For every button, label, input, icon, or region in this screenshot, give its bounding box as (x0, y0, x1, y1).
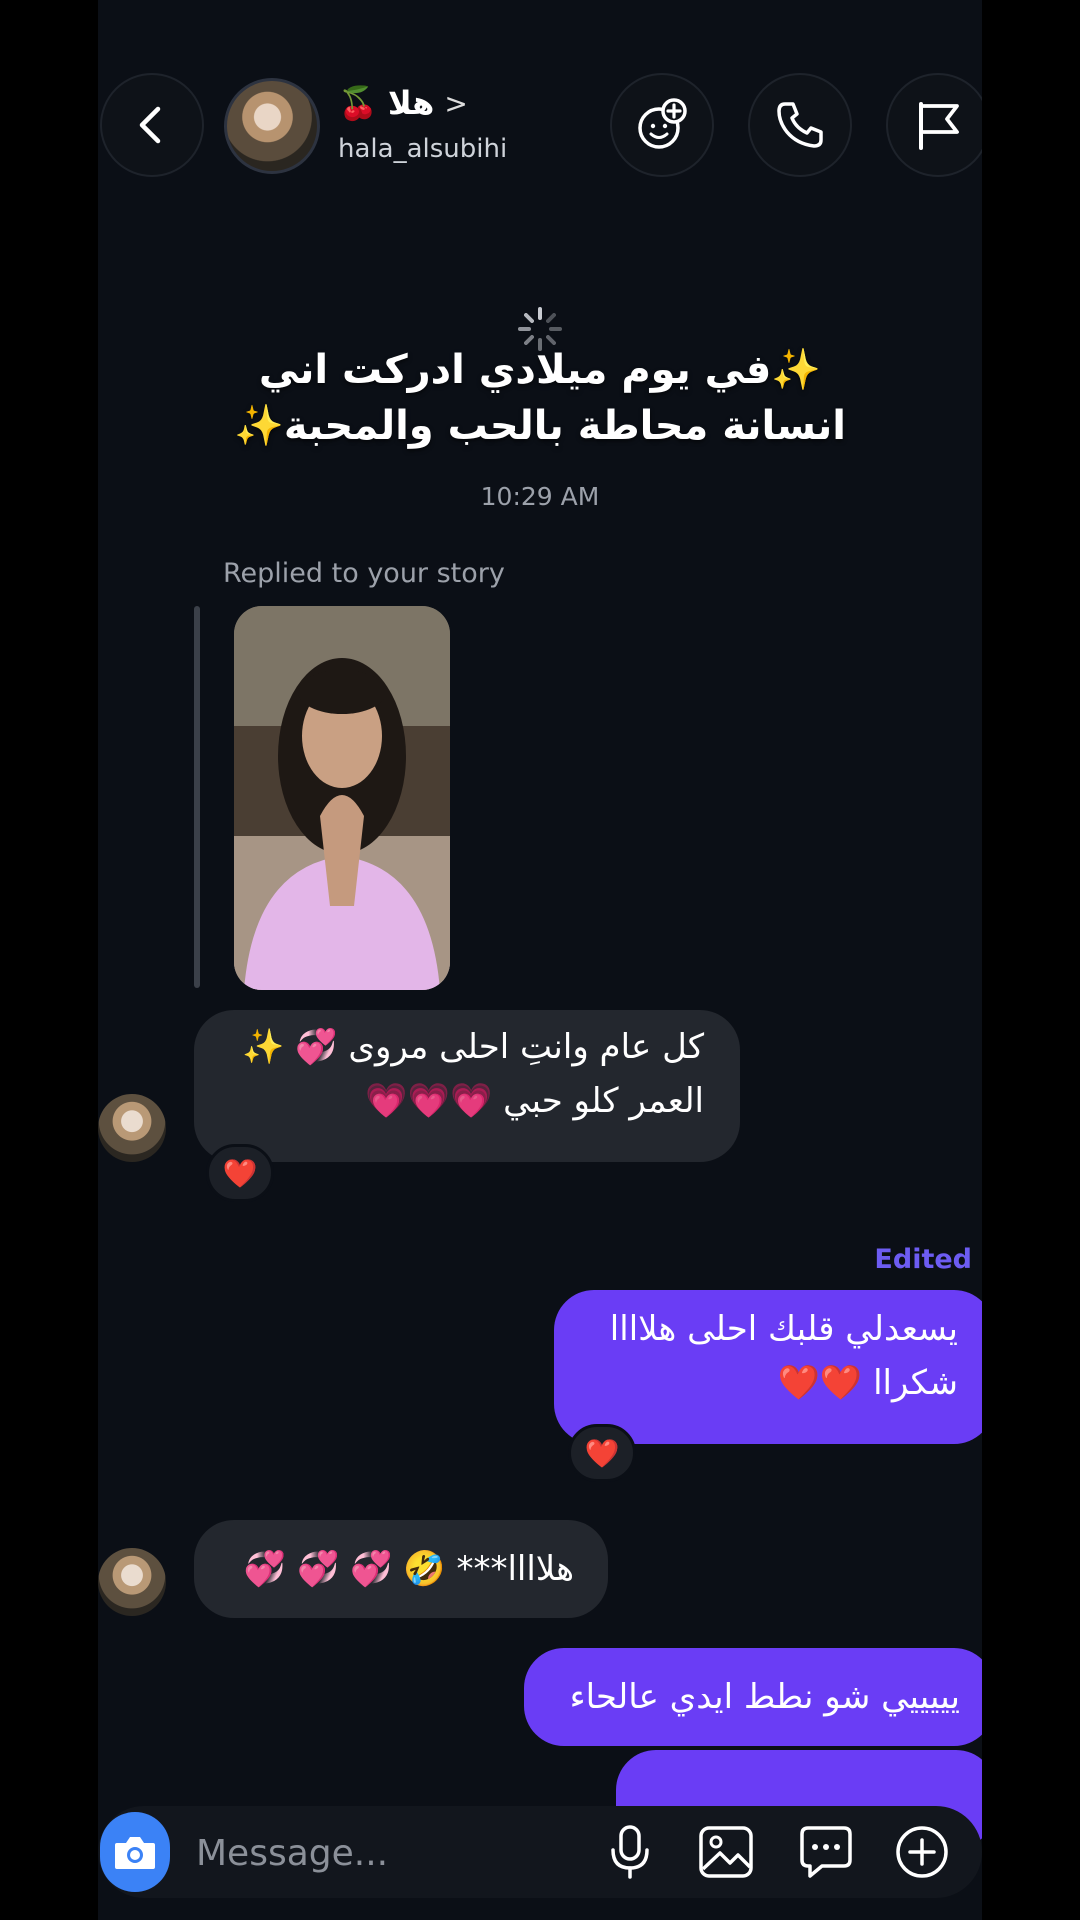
replied-to-story-label: Replied to your story (223, 558, 505, 589)
report-button[interactable] (886, 73, 982, 177)
message-bubble-incoming[interactable]: هلاااا*** 🤣 💞 💞 💞 (194, 1520, 608, 1618)
chat-screen: 🍒 هلا > hala_alsubihi ✨في يوم ميلادي ادر… (98, 0, 982, 1920)
contact-handle[interactable]: hala_alsubihi (338, 134, 507, 164)
message-line: العمر كلو حبي 💗💗💗 (365, 1081, 704, 1121)
microphone-icon (611, 1825, 649, 1879)
microphone-button[interactable] (600, 1822, 660, 1882)
camera-icon (115, 1837, 155, 1869)
reaction-badge[interactable]: ❤️ (568, 1424, 636, 1482)
back-arrow-icon (139, 106, 161, 144)
sticker-chat-icon (800, 1826, 852, 1878)
story-thumbnail[interactable] (234, 606, 450, 990)
camera-button[interactable] (100, 1812, 170, 1892)
message-timestamp: 10:29 AM (480, 482, 600, 511)
message-bubble-outgoing[interactable]: يييييي شو نطط ايدي عالحاء (524, 1648, 982, 1746)
reaction-badge[interactable]: ❤️ (206, 1144, 274, 1202)
message-input[interactable] (194, 1826, 518, 1880)
story-caption: ✨في يوم ميلادي ادركت اني انسانة محاطة با… (218, 342, 862, 454)
voice-call-button[interactable] (748, 73, 852, 177)
chevron-right-icon: > (444, 86, 468, 120)
story-photo (234, 606, 450, 990)
message-line: يسعدلي قلبك احلى هلاااا (609, 1309, 958, 1349)
story-caption-line1: ✨في يوم ميلادي ادركت اني (258, 347, 822, 393)
effects-icon (638, 98, 687, 149)
message-bubble-outgoing[interactable]: يسعدلي قلبك احلى هلاااا شكراا ❤️❤️ (554, 1290, 982, 1444)
plus-icon (896, 1826, 948, 1878)
message-bubble-incoming[interactable]: كل عام وانتِ احلى مروى 💞 ✨ العمر كلو حبي… (194, 1010, 740, 1162)
reply-indicator-line (194, 606, 200, 988)
phone-icon (777, 102, 823, 148)
message-line: كل عام وانتِ احلى مروى 💞 ✨ (242, 1027, 704, 1067)
gallery-button[interactable] (696, 1822, 756, 1882)
sender-avatar[interactable] (98, 1548, 166, 1616)
story-caption-line2: انسانة محاطة بالحب والمحبة✨ (234, 403, 846, 449)
add-button[interactable] (892, 1822, 952, 1882)
flag-icon (919, 102, 959, 150)
edited-label[interactable]: Edited (874, 1244, 972, 1275)
contact-emoji: 🍒 (338, 84, 378, 122)
effects-button[interactable] (610, 73, 714, 177)
contact-name-row[interactable]: 🍒 هلا > (338, 84, 468, 122)
sticker-button[interactable] (796, 1822, 856, 1882)
gallery-icon (699, 1826, 753, 1878)
contact-name: هلا (387, 84, 435, 122)
sender-avatar[interactable] (98, 1094, 166, 1162)
contact-avatar[interactable] (224, 78, 320, 174)
back-button[interactable] (100, 73, 204, 177)
message-line: شكراا ❤️❤️ (777, 1363, 958, 1403)
